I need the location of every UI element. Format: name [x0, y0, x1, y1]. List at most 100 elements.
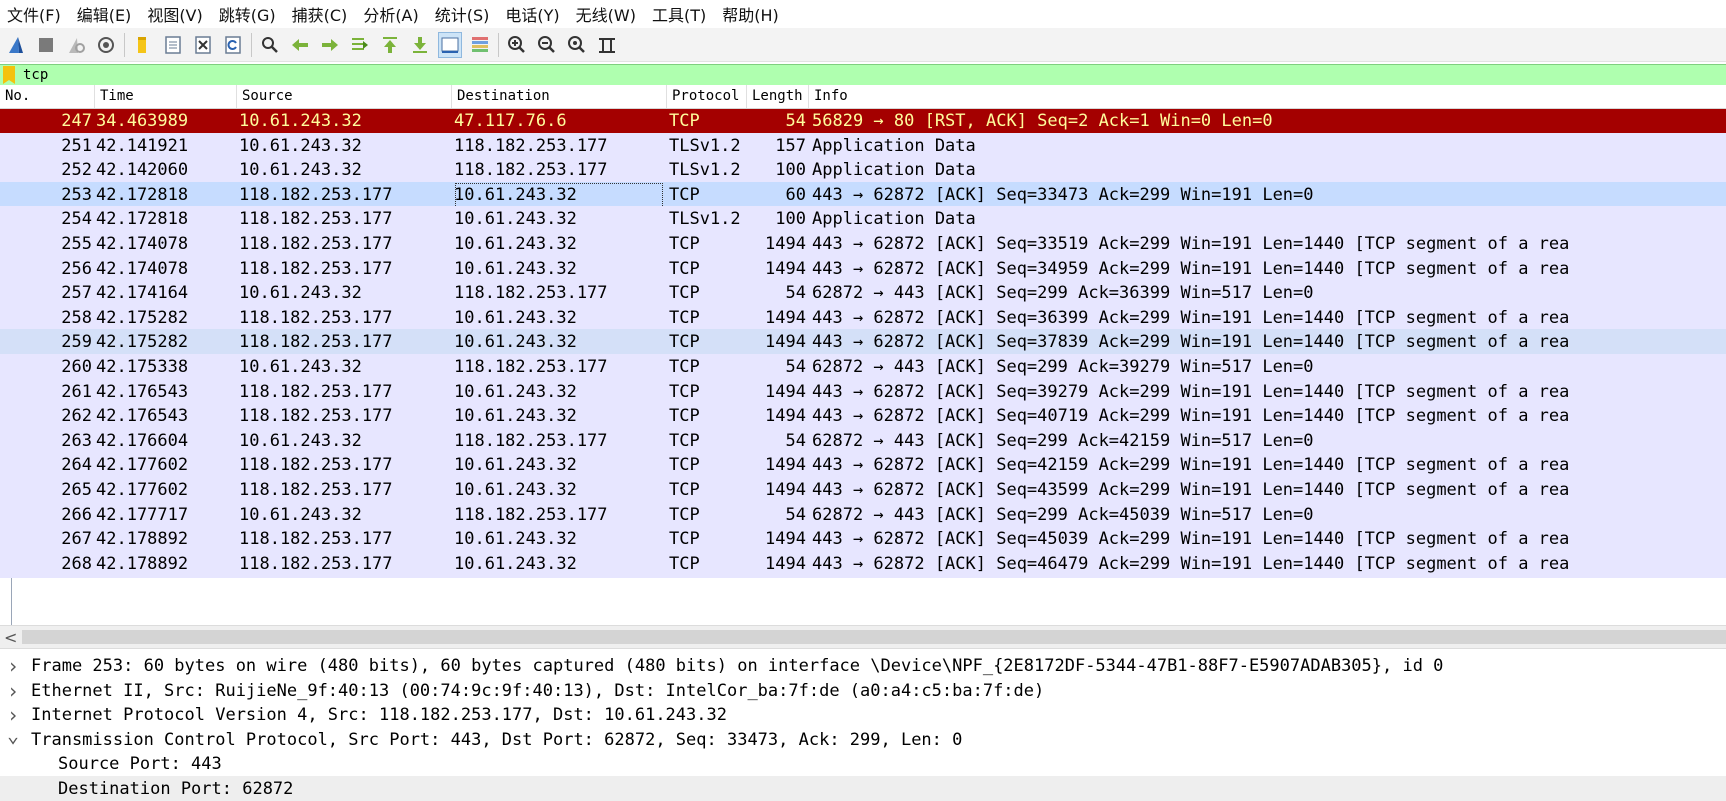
packet-list-hscrollbar[interactable]: <	[0, 625, 1726, 649]
cell-dst: 118.182.253.177	[454, 136, 608, 156]
cell-dst: 47.117.76.6	[454, 111, 567, 131]
column-header-info[interactable]: Info	[809, 85, 1726, 108]
cell-proto: TLSv1.2	[669, 160, 741, 180]
table-row[interactable]: 261 42.176543 118.182.253.177 10.61.243.32 T…	[0, 379, 1726, 406]
column-header-no[interactable]: No.	[0, 85, 95, 108]
cell-time: 42.142060	[96, 160, 189, 180]
cell-no: 258	[61, 308, 92, 328]
chevron-down-icon[interactable]: ⌄	[6, 722, 20, 749]
display-filter-input[interactable]	[23, 67, 1726, 83]
cell-no: 260	[61, 357, 92, 377]
go-first-icon[interactable]	[378, 32, 402, 58]
menu-item-3[interactable]: 跳转(G)	[212, 2, 285, 26]
go-back-arrow-icon[interactable]	[288, 32, 312, 58]
detail-tree-row[interactable]: › Internet Protocol Version 4, Src: 118.1…	[0, 702, 1726, 729]
cell-no: 262	[61, 406, 92, 426]
reload-icon[interactable]	[221, 32, 245, 58]
cell-src: 10.61.243.32	[239, 111, 362, 131]
menu-item-6[interactable]: 统计(S)	[428, 2, 499, 26]
column-header-length[interactable]: Length	[747, 85, 809, 108]
detail-text: Source Port: 443	[58, 754, 222, 774]
stop-square-icon[interactable]	[34, 32, 58, 58]
open-file-folder-icon[interactable]	[131, 32, 155, 58]
packet-list[interactable]: 247 34.463989 10.61.243.32 47.117.76.6 TCP 54…	[0, 109, 1726, 625]
filter-bookmark-icon[interactable]	[3, 66, 15, 84]
table-row[interactable]: 255 42.174078 118.182.253.177 10.61.243.32 T…	[0, 231, 1726, 258]
cell-src: 118.182.253.177	[239, 406, 393, 426]
detail-tree-row[interactable]: › Frame 253: 60 bytes on wire (480 bits),…	[0, 657, 1726, 680]
table-row[interactable]: 253 42.172818 118.182.253.177 10.61.243.32 T…	[0, 182, 1726, 209]
colorize-icon[interactable]	[468, 32, 492, 58]
cell-info: 56829 → 80 [RST, ACK] Seq=2 Ack=1 Win=0 …	[812, 111, 1273, 131]
menu-item-1[interactable]: 编辑(E)	[70, 2, 141, 26]
table-row[interactable]: 264 42.177602 118.182.253.177 10.61.243.32 T…	[0, 452, 1726, 479]
table-row[interactable]: 268 42.178892 118.182.253.177 10.61.243.32 T…	[0, 551, 1726, 578]
cell-src: 118.182.253.177	[239, 308, 393, 328]
autoscroll-icon[interactable]	[438, 31, 462, 58]
cell-dst: 10.61.243.32	[454, 332, 577, 352]
cell-dst: 10.61.243.32	[454, 382, 577, 402]
table-row[interactable]: 251 42.141921 10.61.243.32 118.182.253.177 T…	[0, 133, 1726, 160]
table-row[interactable]: 252 42.142060 10.61.243.32 118.182.253.177 T…	[0, 157, 1726, 184]
column-header-time[interactable]: Time	[95, 85, 237, 108]
restart-fin-icon[interactable]	[64, 32, 88, 58]
table-row[interactable]: 258 42.175282 118.182.253.177 10.61.243.32 T…	[0, 305, 1726, 332]
cell-info: 443 → 62872 [ACK] Seq=39279 Ack=299 Win=…	[812, 382, 1570, 402]
table-row[interactable]: 267 42.178892 118.182.253.177 10.61.243.32 T…	[0, 526, 1726, 553]
scrollbar-thumb[interactable]	[22, 630, 1726, 644]
cell-time: 42.177602	[96, 480, 189, 500]
cell-no: 254	[61, 209, 92, 229]
cell-proto: TCP	[669, 185, 700, 205]
menu-item-5[interactable]: 分析(A)	[356, 2, 427, 26]
zoom-in-icon[interactable]	[505, 32, 529, 58]
table-row[interactable]: 257 42.174164 10.61.243.32 118.182.253.177 T…	[0, 280, 1726, 307]
resize-columns-icon[interactable]	[595, 32, 619, 58]
zoom-out-icon[interactable]	[535, 32, 559, 58]
menu-item-9[interactable]: 工具(T)	[645, 2, 715, 26]
table-row[interactable]: 265 42.177602 118.182.253.177 10.61.243.32 T…	[0, 477, 1726, 504]
table-row[interactable]: 254 42.172818 118.182.253.177 10.61.243.32 T…	[0, 206, 1726, 233]
go-to-packet-icon[interactable]	[348, 32, 372, 58]
detail-tree-row[interactable]: › Ethernet II, Src: RuijieNe_9f:40:13 (00…	[0, 678, 1726, 705]
menu-item-0[interactable]: 文件(F)	[0, 2, 70, 26]
cell-src: 118.182.253.177	[239, 234, 393, 254]
cell-dst: 10.61.243.32	[454, 209, 577, 229]
scroll-left-icon[interactable]: <	[4, 628, 17, 647]
shark-fin-start-icon[interactable]	[4, 32, 28, 58]
column-header-source[interactable]: Source	[237, 85, 452, 108]
cell-no: 253	[61, 185, 92, 205]
capture-options-gear-icon[interactable]	[94, 32, 118, 58]
table-row[interactable]: 262 42.176543 118.182.253.177 10.61.243.32 T…	[0, 403, 1726, 430]
column-header-protocol[interactable]: Protocol	[667, 85, 747, 108]
go-forward-arrow-icon[interactable]	[318, 32, 342, 58]
menu-item-8[interactable]: 无线(W)	[569, 2, 645, 26]
table-row[interactable]: 256 42.174078 118.182.253.177 10.61.243.32 T…	[0, 256, 1726, 283]
detail-tree-row[interactable]: ⌄ Transmission Control Protocol, Src Port…	[0, 723, 1726, 754]
chevron-right-icon[interactable]: ›	[6, 657, 20, 680]
go-last-icon[interactable]	[408, 32, 432, 58]
zoom-normal-icon[interactable]	[565, 32, 589, 58]
table-row[interactable]: 247 34.463989 10.61.243.32 47.117.76.6 TCP 54…	[0, 109, 1726, 135]
cell-proto: TCP	[669, 455, 700, 475]
column-header-destination[interactable]: Destination	[452, 85, 667, 108]
table-row[interactable]: 263 42.176604 10.61.243.32 118.182.253.177 T…	[0, 428, 1726, 455]
cell-time: 42.141921	[96, 136, 189, 156]
cell-info: 443 → 62872 [ACK] Seq=46479 Ack=299 Win=…	[812, 554, 1570, 574]
close-file-icon[interactable]	[191, 32, 215, 58]
cell-info: 62872 → 443 [ACK] Seq=299 Ack=45039 Win=…	[812, 505, 1314, 525]
detail-field-row[interactable]: Destination Port: 62872	[0, 776, 1726, 801]
chevron-right-icon[interactable]: ›	[6, 678, 20, 705]
save-file-icon[interactable]	[161, 32, 185, 58]
table-row[interactable]: 260 42.175338 10.61.243.32 118.182.253.177 T…	[0, 354, 1726, 381]
menu-item-2[interactable]: 视图(V)	[140, 2, 211, 26]
table-row[interactable]: 259 42.175282 118.182.253.177 10.61.243.32 T…	[0, 329, 1726, 356]
menu-item-7[interactable]: 电话(Y)	[498, 2, 568, 26]
table-row[interactable]: 266 42.177717 10.61.243.32 118.182.253.177 T…	[0, 502, 1726, 529]
menu-item-10[interactable]: 帮助(H)	[715, 2, 788, 26]
cell-proto: TCP	[669, 554, 700, 574]
detail-field-row[interactable]: Source Port: 443	[0, 751, 1726, 778]
find-magnifier-icon[interactable]	[258, 32, 282, 58]
cell-proto: TCP	[669, 357, 700, 377]
menu-item-4[interactable]: 捕获(C)	[285, 2, 357, 26]
cell-src: 10.61.243.32	[239, 160, 362, 180]
